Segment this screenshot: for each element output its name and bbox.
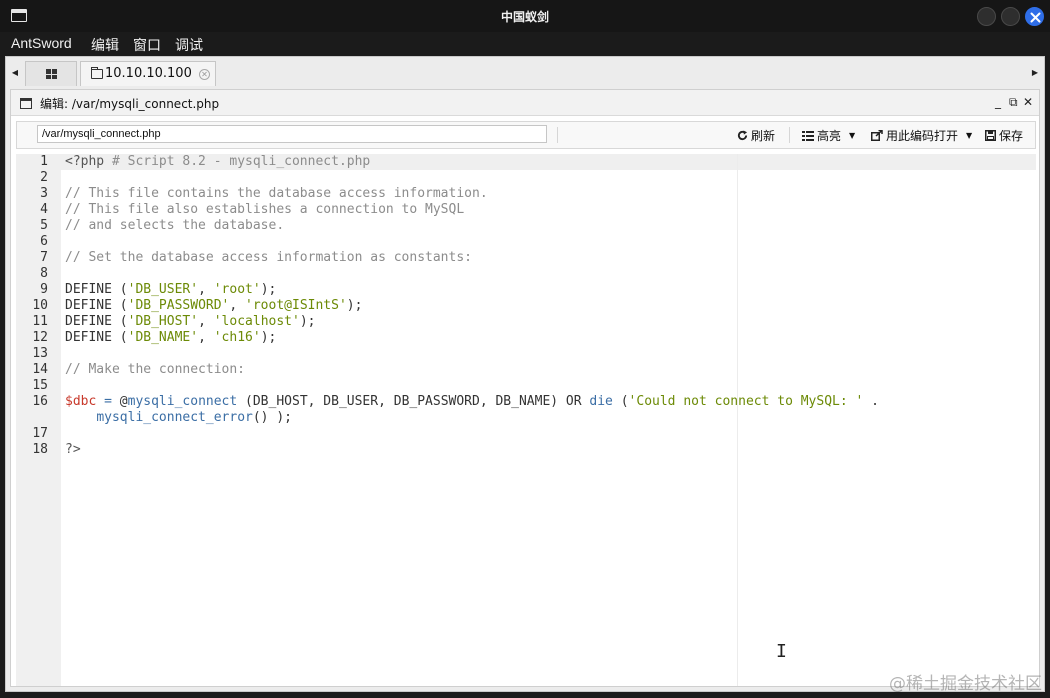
main-area: ◀ 10.10.10.100 ✕ ▶ 编辑: /var/mysqli_conne… [5, 56, 1045, 692]
code-editor[interactable]: 1 <?php # Script 8.2 - mysqli_connect.php… [16, 154, 1036, 686]
panel-minimize-button[interactable]: _ [995, 95, 1001, 109]
line-number: 4 [40, 202, 48, 217]
code-text: // Set the database access information a… [65, 250, 472, 265]
line-number: 1 [40, 154, 48, 169]
code-text: DEFINE ('DB_USER', 'root'); [65, 282, 277, 297]
external-link-icon [871, 130, 883, 141]
caret-down-icon: ▼ [849, 131, 856, 140]
line-number: 3 [40, 186, 48, 201]
save-label: 保存 [999, 129, 1024, 143]
line-number: 15 [32, 378, 48, 393]
toolbar-divider [557, 127, 558, 143]
code-line[interactable]: 15 [16, 378, 1036, 394]
code-text: ?> [65, 442, 81, 457]
line-number: 18 [32, 442, 48, 457]
code-line[interactable]: 4 // This file also establishes a connect… [16, 202, 1036, 218]
tab-home[interactable] [25, 61, 77, 86]
tab-scroll-right-button[interactable]: ▶ [1028, 59, 1042, 86]
panel-restore-button[interactable]: ⧉ [1009, 95, 1018, 110]
code-text: // and selects the database. [65, 218, 285, 233]
tab-shell[interactable]: 10.10.10.100 ✕ [80, 61, 216, 86]
window-titlebar: 中国蚁剑 [0, 0, 1050, 32]
code-line[interactable]: 3 // This file contains the database acce… [16, 186, 1036, 202]
refresh-label: 刷新 [751, 129, 776, 143]
code-text: DEFINE ('DB_NAME', 'ch16'); [65, 330, 277, 345]
code-line[interactable]: 12 DEFINE ('DB_NAME', 'ch16'); [16, 330, 1036, 346]
highlight-label: 高亮 [817, 129, 842, 143]
code-line[interactable]: 5 // and selects the database. [16, 218, 1036, 234]
editor-toolbar: 刷新 高亮 ▼ 用此编码打开 ▼ 保存 [16, 121, 1036, 149]
code-text: // This file contains the database acces… [65, 186, 488, 201]
open-with-encoding-label: 用此编码打开 [886, 129, 959, 143]
menu-window[interactable]: 窗口 [133, 35, 161, 55]
code-text: $dbc = @mysqli_connect (DB_HOST, DB_USER… [65, 394, 880, 409]
tab-shell-label: 10.10.10.100 [105, 66, 192, 81]
code-line[interactable]: 2 [16, 170, 1036, 186]
line-number: 2 [40, 170, 48, 185]
maximize-button[interactable] [1001, 7, 1020, 26]
code-line[interactable]: 8 [16, 266, 1036, 282]
minimize-button[interactable] [977, 7, 996, 26]
menu-bar: AntSword 编辑 窗口 调试 [0, 32, 1050, 56]
code-line[interactable]: 18 ?> [16, 442, 1036, 458]
text-cursor-icon: I [776, 641, 787, 662]
line-number: 13 [32, 346, 48, 361]
line-number: 9 [40, 282, 48, 297]
code-text: DEFINE ('DB_HOST', 'localhost'); [65, 314, 316, 329]
code-line[interactable]: 16 $dbc = @mysqli_connect (DB_HOST, DB_US… [16, 394, 1036, 410]
menu-edit[interactable]: 编辑 [91, 35, 119, 55]
line-number: 6 [40, 234, 48, 249]
code-line[interactable]: 7 // Set the database access information … [16, 250, 1036, 266]
code-line[interactable]: 6 [16, 234, 1036, 250]
line-number: 8 [40, 266, 48, 281]
line-number: 12 [32, 330, 48, 345]
folder-icon [91, 67, 103, 79]
save-icon [985, 130, 996, 141]
code-line[interactable]: 9 DEFINE ('DB_USER', 'root'); [16, 282, 1036, 298]
tab-bar: ◀ 10.10.10.100 ✕ ▶ [6, 59, 1044, 86]
code-text: <?php # Script 8.2 - mysqli_connect.php [65, 154, 371, 169]
code-line[interactable]: mysqli_connect_error() ); [16, 410, 1036, 426]
line-number: 17 [32, 426, 48, 441]
code-text: // Make the connection: [65, 362, 246, 377]
refresh-button[interactable]: 刷新 [737, 127, 775, 144]
line-number: 10 [32, 298, 48, 313]
line-number: 11 [32, 314, 48, 329]
list-icon [802, 130, 814, 141]
path-input[interactable] [37, 125, 547, 143]
editor-panel-title: 编辑: /var/mysqli_connect.php [40, 97, 220, 111]
open-with-encoding-dropdown[interactable]: 用此编码打开 ▼ [871, 127, 972, 144]
window-doc-icon [20, 98, 32, 109]
grid-icon [46, 69, 57, 79]
tab-close-button[interactable]: ✕ [199, 69, 210, 80]
code-line[interactable]: 1 <?php # Script 8.2 - mysqli_connect.php [16, 154, 1036, 170]
code-line[interactable]: 17 [16, 426, 1036, 442]
close-icon [1030, 12, 1041, 23]
code-line[interactable]: 13 [16, 346, 1036, 362]
code-line[interactable]: 10 DEFINE ('DB_PASSWORD', 'root@ISIntS'); [16, 298, 1036, 314]
toolbar-divider [789, 127, 790, 143]
line-number: 5 [40, 218, 48, 233]
menu-debug[interactable]: 调试 [175, 35, 203, 55]
caret-down-icon: ▼ [966, 131, 973, 140]
save-button[interactable]: 保存 [985, 127, 1023, 144]
tab-scroll-left-button[interactable]: ◀ [8, 59, 22, 86]
watermark: @稀土掘金技术社区 [889, 674, 1042, 694]
line-number: 14 [32, 362, 48, 377]
close-window-button[interactable] [1025, 7, 1044, 26]
highlight-dropdown[interactable]: 高亮 ▼ [802, 127, 855, 144]
window-title: 中国蚁剑 [500, 10, 549, 24]
code-text: DEFINE ('DB_PASSWORD', 'root@ISIntS'); [65, 298, 363, 313]
line-number: 16 [32, 394, 48, 409]
editor-panel: 编辑: /var/mysqli_connect.php _ ⧉ ✕ 刷新 高亮 … [10, 89, 1040, 687]
refresh-icon [737, 130, 748, 141]
code-text: mysqli_connect_error() ); [96, 410, 292, 425]
line-number: 7 [40, 250, 48, 265]
code-line[interactable]: 11 DEFINE ('DB_HOST', 'localhost'); [16, 314, 1036, 330]
panel-close-button[interactable]: ✕ [1023, 95, 1033, 109]
code-line[interactable]: 14 // Make the connection: [16, 362, 1036, 378]
code-text: // This file also establishes a connecti… [65, 202, 465, 217]
editor-panel-header: 编辑: /var/mysqli_connect.php _ ⧉ ✕ [11, 90, 1039, 116]
menu-antsword[interactable]: AntSword [11, 35, 72, 51]
